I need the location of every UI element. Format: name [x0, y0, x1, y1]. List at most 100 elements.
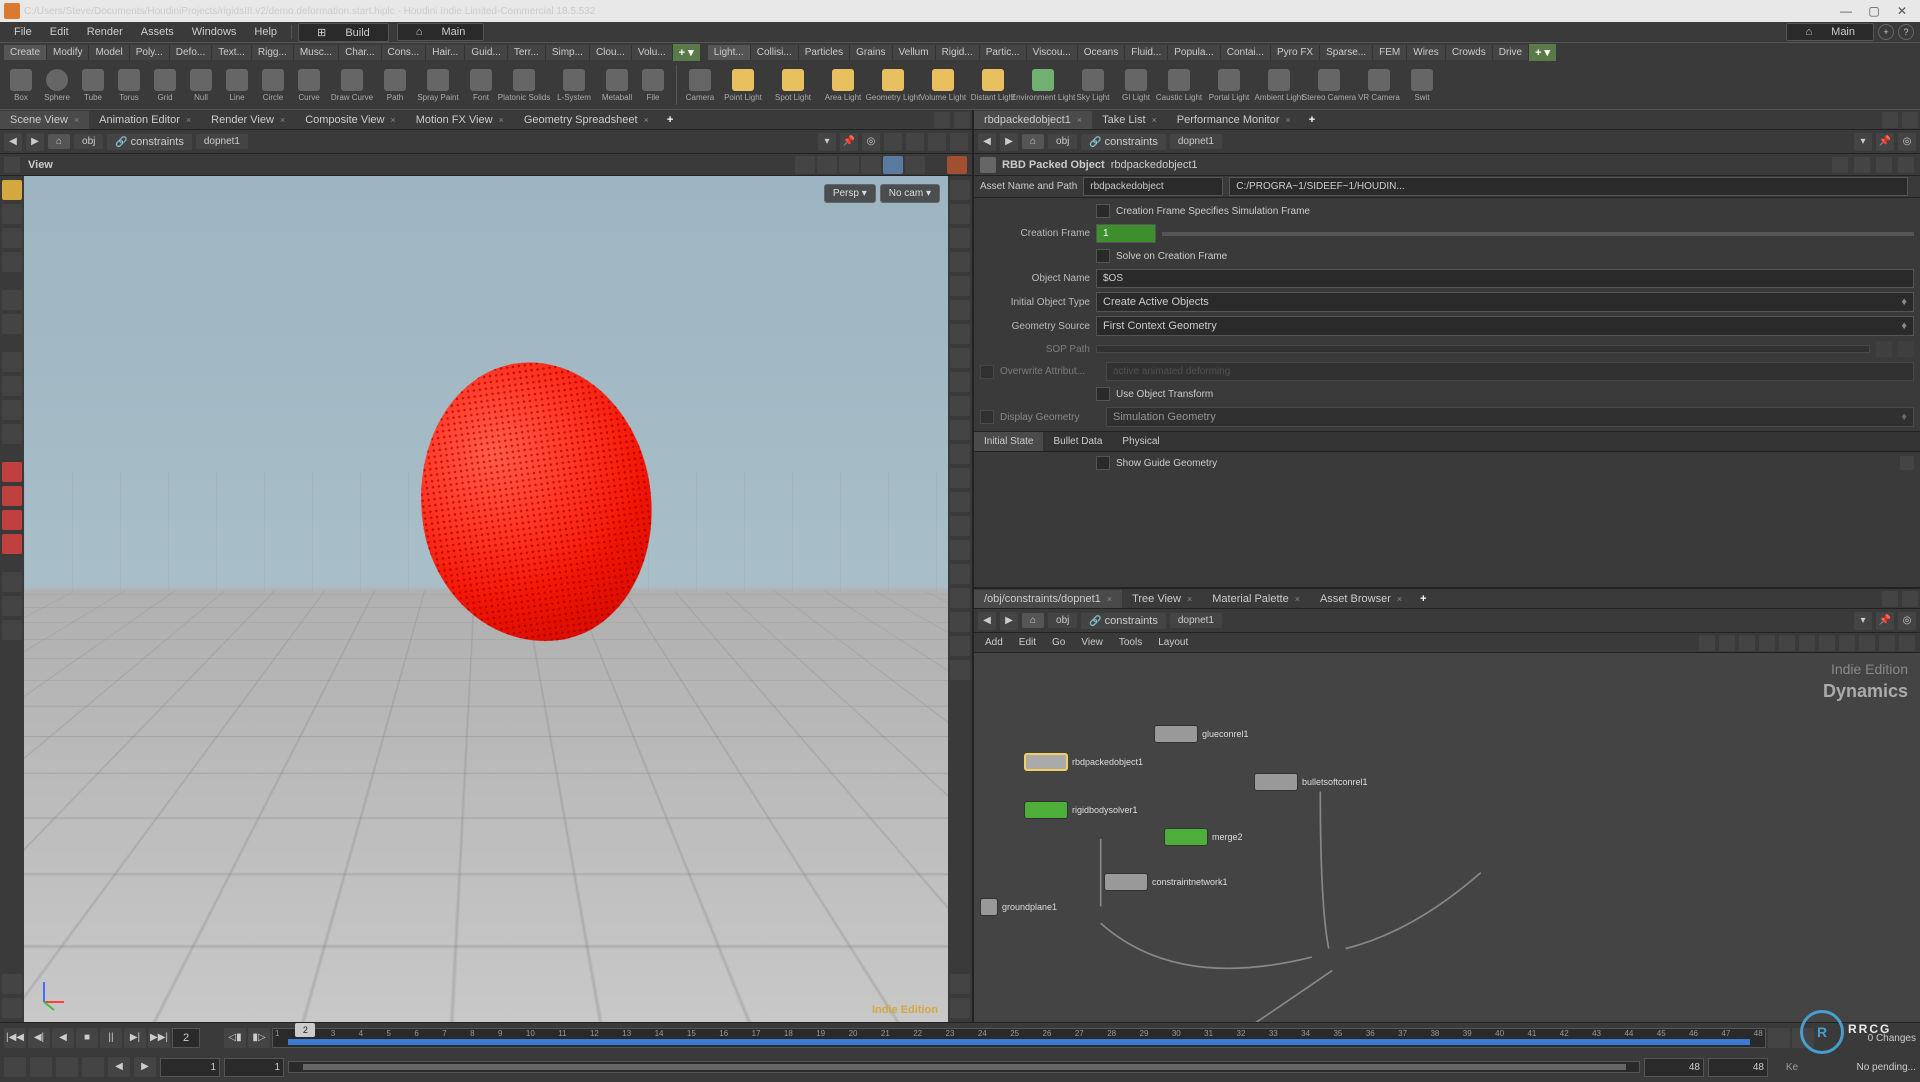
crumb-home-icon[interactable]: ⌂ [1022, 613, 1044, 628]
net-tool-icon[interactable] [1739, 635, 1755, 651]
shelf-tab-create[interactable]: Create [4, 45, 47, 60]
tool-portallight[interactable]: Portal Light [1205, 63, 1253, 107]
range-start-field[interactable]: 1 [224, 1058, 284, 1077]
info-icon[interactable] [950, 974, 970, 994]
pin-icon[interactable]: 📌 [1876, 133, 1894, 151]
stop-button[interactable]: ■ [76, 1028, 98, 1048]
global-end-field[interactable]: 48 [1708, 1058, 1768, 1077]
pause-button[interactable]: || [100, 1028, 122, 1048]
shelf-tab[interactable]: Fluid... [1125, 45, 1168, 60]
pin-icon[interactable]: 📌 [1876, 612, 1894, 630]
first-frame-button[interactable]: |◀◀ [4, 1028, 26, 1048]
crumb-home-icon[interactable]: ⌂ [1022, 134, 1044, 149]
path-dropdown[interactable]: ▾ [818, 133, 836, 151]
nav-btn[interactable] [950, 133, 968, 151]
tool-gilight[interactable]: GI Light [1119, 63, 1153, 107]
net-tool-icon[interactable] [1799, 635, 1815, 651]
tool-font[interactable]: Font [464, 63, 498, 107]
tool-null[interactable]: Null [184, 63, 218, 107]
geo-source-dropdown[interactable]: First Context Geometry♦ [1096, 316, 1914, 336]
shelf-tab[interactable]: Light... [708, 45, 751, 60]
tab-treeview[interactable]: Tree View× [1122, 590, 1202, 608]
shelf-tab[interactable]: Musc... [294, 45, 339, 60]
shelf-tab[interactable]: Collisi... [751, 45, 799, 60]
shelf-tab[interactable]: Char... [339, 45, 381, 60]
nav-back[interactable]: ◀ [978, 133, 996, 151]
range-icon[interactable] [82, 1057, 104, 1077]
checkbox[interactable] [1096, 456, 1110, 470]
initial-type-dropdown[interactable]: Create Active Objects♦ [1096, 292, 1914, 312]
display-geo-dropdown[interactable]: Simulation Geometry♦ [1106, 407, 1914, 427]
tool-lsystem[interactable]: L-System [550, 63, 598, 107]
step-back-button[interactable]: ◀| [28, 1028, 50, 1048]
gear-icon[interactable] [1832, 157, 1848, 173]
checkbox[interactable] [1096, 387, 1110, 401]
shelf-tab[interactable]: Model [89, 45, 129, 60]
select-tool-icon[interactable] [2, 290, 22, 310]
shelf-tab[interactable]: Grains [850, 45, 892, 60]
creation-frame-field[interactable]: 1 [1096, 224, 1156, 243]
path-dropdown[interactable]: ▾ [1854, 133, 1872, 151]
net-menu-go[interactable]: Go [1045, 635, 1072, 650]
net-menu-view[interactable]: View [1074, 635, 1110, 650]
crumb-dopnet[interactable]: dopnet1 [1170, 613, 1222, 628]
nav-back[interactable]: ◀ [4, 133, 22, 151]
tool-sphere[interactable]: Sphere [40, 63, 74, 107]
display-icon[interactable] [950, 180, 970, 200]
shelf-tab[interactable]: Hair... [426, 45, 465, 60]
tool-geolight[interactable]: Geometry Light [869, 63, 917, 107]
tool-icon[interactable] [2, 620, 22, 640]
shelf-tab[interactable]: FEM [1373, 45, 1407, 60]
crumb-obj[interactable]: obj [74, 134, 103, 149]
tab-render-view[interactable]: Render View× [201, 111, 295, 129]
checkbox[interactable] [1096, 204, 1110, 218]
nav-back[interactable]: ◀ [978, 612, 996, 630]
path-dropdown[interactable]: ▾ [1854, 612, 1872, 630]
tool-icon[interactable] [2, 424, 22, 444]
display-icon[interactable] [950, 444, 970, 464]
close-button[interactable]: ✕ [1888, 4, 1916, 18]
net-menu-edit[interactable]: Edit [1012, 635, 1043, 650]
help-icon[interactable] [1898, 157, 1914, 173]
tool-icon[interactable] [2, 352, 22, 372]
shelf-tab[interactable]: Crowds [1446, 45, 1493, 60]
tab-network[interactable]: /obj/constraints/dopnet1× [974, 590, 1122, 608]
link-icon[interactable]: ◎ [862, 133, 880, 151]
display-icon[interactable] [950, 420, 970, 440]
view-tool-icon[interactable] [905, 156, 925, 174]
main-selector[interactable]: ⌂ Main [397, 23, 485, 41]
tab-composite-view[interactable]: Composite View× [295, 111, 406, 129]
tab-scene-view[interactable]: Scene View× [0, 111, 89, 129]
tool-box[interactable]: Box [4, 63, 38, 107]
menu-file[interactable]: File [6, 24, 40, 40]
display-icon[interactable] [950, 492, 970, 512]
reload-icon[interactable] [1854, 157, 1870, 173]
snap-icon[interactable] [2, 534, 22, 554]
add-tab[interactable]: + [1301, 111, 1323, 129]
shelf-tab[interactable]: Popula... [1168, 45, 1220, 60]
shelf-tab[interactable]: Volu... [632, 45, 673, 60]
net-tool-icon[interactable] [1879, 635, 1895, 651]
crumb-constraints[interactable]: 🔗 constraints [1081, 613, 1165, 629]
net-tool-icon[interactable] [1859, 635, 1875, 651]
jump-icon[interactable] [1898, 341, 1914, 357]
crumb-dopnet[interactable]: dopnet1 [1170, 134, 1222, 149]
tool-causticlight[interactable]: Caustic Light [1155, 63, 1203, 107]
display-icon[interactable] [950, 516, 970, 536]
display-options-icon[interactable] [950, 998, 970, 1018]
link-icon[interactable]: ◎ [1898, 612, 1916, 630]
network-canvas[interactable]: Indie Edition Dynamics glueconrel1 rbdpa… [974, 653, 1920, 1022]
shelf-tab[interactable]: Modify [47, 45, 89, 60]
shelf-tab[interactable]: Rigg... [252, 45, 294, 60]
view-tool-icon[interactable] [883, 156, 903, 174]
view-tool-icon[interactable] [817, 156, 837, 174]
3d-viewport[interactable]: Persp ▾ No cam ▾ Indie Edition [24, 176, 948, 1022]
tool-icon[interactable] [2, 974, 22, 994]
play-back-button[interactable]: ◀ [52, 1028, 74, 1048]
crumb-constraints[interactable]: 🔗 constraints [107, 134, 191, 150]
tool-curve[interactable]: Curve [292, 63, 326, 107]
lock-icon[interactable] [2, 314, 22, 334]
tool-spraypaint[interactable]: Spray Paint [414, 63, 462, 107]
browse-icon[interactable] [1876, 341, 1892, 357]
desktop-selector[interactable]: ⊞ Build [298, 23, 389, 42]
